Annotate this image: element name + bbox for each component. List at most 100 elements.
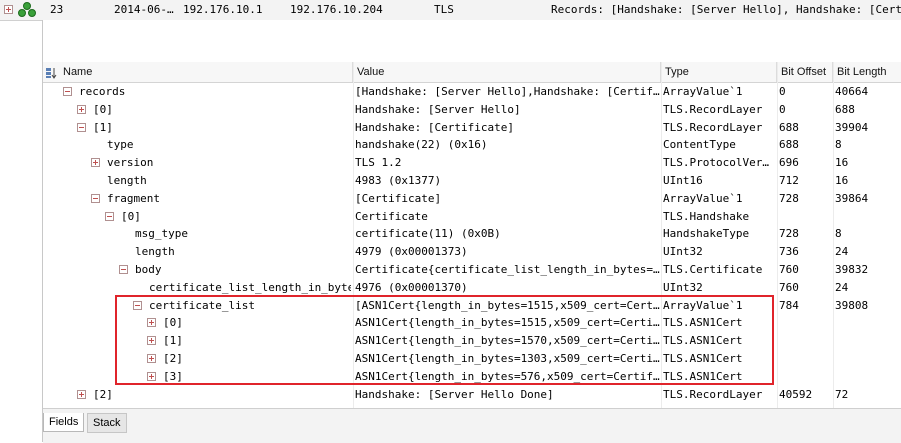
tree-row[interactable]: [2] Handshake: [Server Hello Done] TLS.Rec… (43, 386, 901, 404)
frame-protocol: TLS (434, 3, 454, 16)
field-type: TLS.Certificate (663, 263, 763, 276)
field-name: version (107, 156, 154, 170)
field-type: TLS.Handshake (663, 209, 750, 223)
field-bit-length: 39808 (835, 298, 869, 312)
tab-fields[interactable]: Fields (43, 413, 85, 432)
field-bit-length: 24 (835, 280, 849, 294)
field-bit-offset: 0 (779, 102, 786, 116)
tree-row[interactable]: body Certificate{certificate_list_length_… (43, 261, 901, 279)
tree-row[interactable]: version TLS 1.2 TLS.ProtocolVer… 696 16 (43, 154, 901, 172)
field-bit-offset (779, 314, 833, 332)
grid-header: Name Value Type Bit Offset Bit Length (43, 62, 901, 83)
field-bit-offset: 40592 (779, 387, 813, 401)
column-header-bit-offset[interactable]: Bit Offset (777, 62, 833, 82)
field-name: length (107, 174, 147, 187)
field-type: HandshakeType (663, 227, 750, 241)
field-bit-offset: 760 (779, 263, 799, 276)
field-bit-offset (779, 368, 833, 386)
field-bit-length (835, 332, 899, 350)
field-name: [0] (121, 209, 141, 223)
collapse-icon[interactable] (77, 122, 86, 132)
field-type: ArrayValue`1 (663, 191, 743, 205)
frame-number: 23 (50, 3, 64, 16)
tree-row[interactable]: length 4983 (0x1377) UInt16 712 16 (43, 172, 901, 190)
field-type: TLS.ProtocolVer… (663, 156, 769, 170)
field-value: Certificate (355, 209, 428, 223)
expand-icon[interactable] (77, 104, 86, 114)
field-name: type (107, 138, 134, 152)
field-details-panel: Name Value Type Bit Offset Bit Length re… (42, 20, 901, 443)
field-bit-length (835, 208, 899, 226)
field-name: [2] (93, 387, 113, 401)
field-value: [Certificate] (355, 191, 442, 205)
field-value: 4983 (0x1377) (355, 174, 442, 187)
tree-row[interactable]: [0] Handshake: [Server Hello] TLS.RecordLa… (43, 101, 901, 119)
field-bit-length (835, 314, 899, 332)
tree-row[interactable]: [1] Handshake: [Certificate] TLS.RecordLay… (43, 119, 901, 137)
network-nodes-icon (18, 2, 36, 18)
field-bit-length: 16 (835, 174, 849, 187)
field-bit-offset (779, 208, 833, 226)
field-bit-length (835, 368, 899, 386)
field-name: msg_type (135, 227, 188, 241)
field-name: fragment (107, 191, 160, 205)
frame-destination: 192.176.10.204 (290, 3, 383, 16)
field-bit-length (835, 350, 899, 368)
field-value: Handshake: [Server Hello Done] (355, 387, 554, 401)
sort-icon (46, 66, 58, 79)
column-header-name-label: Name (63, 66, 93, 78)
tree-row[interactable]: msg_type certificate(11) (0x0B) HandshakeT… (43, 225, 901, 243)
column-header-value[interactable]: Value (353, 62, 661, 82)
field-bit-offset: 696 (779, 156, 799, 170)
field-bit-length: 8 (835, 138, 842, 152)
field-name: [1] (93, 120, 113, 134)
field-name: length (135, 245, 175, 259)
field-bit-length: 40664 (835, 85, 869, 98)
column-header-name[interactable]: Name (43, 62, 353, 82)
collapse-icon[interactable] (105, 211, 114, 221)
field-value: 4979 (0x00001373) (355, 245, 468, 259)
column-header-bit-length[interactable]: Bit Length (833, 62, 901, 82)
field-type: UInt32 (663, 245, 703, 259)
field-bit-length: 688 (835, 102, 855, 116)
field-type: ContentType (663, 138, 736, 152)
empty-area (43, 20, 901, 63)
field-bit-offset: 712 (779, 174, 799, 187)
expand-icon[interactable] (91, 158, 100, 168)
collapse-icon[interactable] (119, 265, 128, 274)
tree-row[interactable]: fragment [Certificate] ArrayValue`1 728 3986… (43, 190, 901, 208)
tree-row[interactable]: length 4979 (0x00001373) UInt32 736 24 (43, 243, 901, 261)
frame-summary: Records: [Handshake: [Server Hello], Han… (551, 3, 901, 16)
field-bit-offset: 728 (779, 191, 799, 205)
field-value: Handshake: [Server Hello] (355, 102, 521, 116)
field-value: Handshake: [Certificate] (355, 120, 514, 134)
collapse-icon[interactable] (91, 193, 100, 203)
collapse-icon[interactable] (63, 87, 72, 96)
field-bit-length: 72 (835, 387, 849, 401)
tab-stack[interactable]: Stack (87, 413, 127, 433)
expand-frame-icon[interactable] (4, 5, 13, 14)
field-bit-offset: 728 (779, 227, 799, 241)
field-name: records (79, 85, 126, 98)
highlight-box (115, 295, 774, 385)
field-bit-offset: 760 (779, 280, 799, 294)
field-bit-offset: 688 (779, 120, 799, 134)
expand-icon[interactable] (77, 389, 86, 399)
tree-row[interactable]: records [Handshake: [Server Hello],Handsh… (43, 83, 901, 101)
field-bit-offset: 784 (779, 298, 799, 312)
frame-summary-row[interactable]: 23 2014-06-… 192.176.10.1 192.176.10.204… (0, 0, 901, 21)
frame-source: 192.176.10.1 (183, 3, 263, 16)
field-bit-length: 39832 (835, 263, 869, 276)
field-name: body (135, 263, 162, 276)
field-type: TLS.RecordLayer (663, 102, 763, 116)
bottom-tab-bar: Fields Stack (43, 408, 901, 443)
tree-row[interactable]: type handshake(22) (0x16) ContentType 688 8 (43, 136, 901, 154)
field-value: TLS 1.2 (355, 156, 402, 170)
field-type: ArrayValue`1 (663, 85, 743, 98)
field-value: certificate(11) (0x0B) (355, 227, 501, 241)
field-bit-length: 39904 (835, 120, 869, 134)
tree-row[interactable]: [0] Certificate TLS.Handshake (43, 208, 901, 226)
field-type: UInt16 (663, 174, 703, 187)
field-bit-offset: 688 (779, 138, 799, 152)
column-header-type[interactable]: Type (661, 62, 777, 82)
